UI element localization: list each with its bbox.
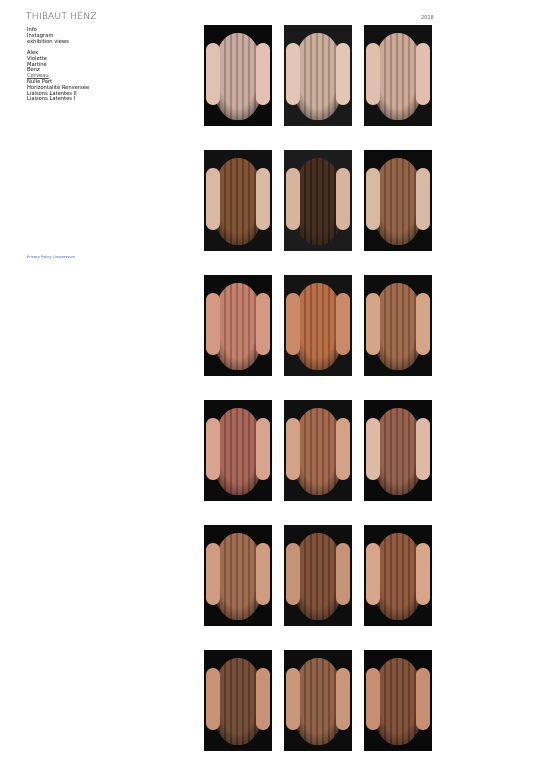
photo-gallery <box>204 25 432 775</box>
gallery-photo[interactable] <box>364 275 432 376</box>
gallery-photo[interactable] <box>284 25 352 126</box>
photo-right-hand <box>256 668 270 730</box>
photo-right-hand <box>416 418 430 480</box>
photo-left-hand <box>206 293 220 355</box>
gallery-photo[interactable] <box>204 275 272 376</box>
photo-right-hand <box>336 293 350 355</box>
photo-right-hand <box>416 668 430 730</box>
gallery-photo[interactable] <box>284 150 352 251</box>
gallery-photo[interactable] <box>364 400 432 501</box>
photo-left-hand <box>286 418 300 480</box>
photo-left-hand <box>206 168 220 230</box>
photo-left-hand <box>206 668 220 730</box>
photo-left-hand <box>366 293 380 355</box>
photo-right-hand <box>336 418 350 480</box>
photo-left-hand <box>286 43 300 105</box>
photo-right-hand <box>256 293 270 355</box>
photo-left-hand <box>206 543 220 605</box>
photo-left-hand <box>286 293 300 355</box>
gallery-photo[interactable] <box>204 525 272 626</box>
photo-left-hand <box>366 668 380 730</box>
privacy-policy-link[interactable]: Privacy Policy <box>27 255 52 259</box>
project-nav: Alex Violette Martine Benz Cerveau Nulle… <box>27 50 89 103</box>
top-nav: Info Instagram exhibition views <box>27 27 69 46</box>
photo-right-hand <box>416 543 430 605</box>
gallery-photo[interactable] <box>204 650 272 751</box>
nav-link-exhibition-views[interactable]: exhibition views <box>27 39 69 46</box>
gallery-row <box>204 525 432 626</box>
gallery-photo[interactable] <box>284 400 352 501</box>
photo-left-hand <box>366 418 380 480</box>
photo-right-hand <box>336 543 350 605</box>
photo-right-hand <box>256 43 270 105</box>
gallery-photo[interactable] <box>204 400 272 501</box>
impressum-link[interactable]: Impressum <box>55 255 75 259</box>
photo-right-hand <box>416 168 430 230</box>
year-label: 2018 <box>421 15 434 21</box>
photo-right-hand <box>416 43 430 105</box>
photo-left-hand <box>286 668 300 730</box>
gallery-row <box>204 275 432 376</box>
photo-left-hand <box>206 43 220 105</box>
photo-right-hand <box>256 168 270 230</box>
gallery-photo[interactable] <box>364 25 432 126</box>
gallery-photo[interactable] <box>364 525 432 626</box>
photo-right-hand <box>336 168 350 230</box>
gallery-row <box>204 400 432 501</box>
gallery-row <box>204 25 432 126</box>
photo-left-hand <box>286 168 300 230</box>
photo-left-hand <box>286 543 300 605</box>
gallery-photo[interactable] <box>364 650 432 751</box>
gallery-photo[interactable] <box>364 150 432 251</box>
photo-right-hand <box>256 418 270 480</box>
gallery-row <box>204 150 432 251</box>
gallery-photo[interactable] <box>204 150 272 251</box>
photo-right-hand <box>256 543 270 605</box>
gallery-photo[interactable] <box>284 275 352 376</box>
photo-left-hand <box>366 168 380 230</box>
footer-links: Privacy Policy | Impressum <box>27 255 75 259</box>
project-link-liaisons-latentes-1[interactable]: Liaisons Latentes I <box>27 97 89 103</box>
gallery-row <box>204 650 432 751</box>
photo-left-hand <box>206 418 220 480</box>
gallery-photo[interactable] <box>284 650 352 751</box>
photo-left-hand <box>366 43 380 105</box>
site-title[interactable]: THIBAUT HENZ <box>26 12 97 22</box>
photo-right-hand <box>336 668 350 730</box>
photo-right-hand <box>416 293 430 355</box>
gallery-photo[interactable] <box>204 25 272 126</box>
photo-right-hand <box>336 43 350 105</box>
gallery-photo[interactable] <box>284 525 352 626</box>
photo-left-hand <box>366 543 380 605</box>
